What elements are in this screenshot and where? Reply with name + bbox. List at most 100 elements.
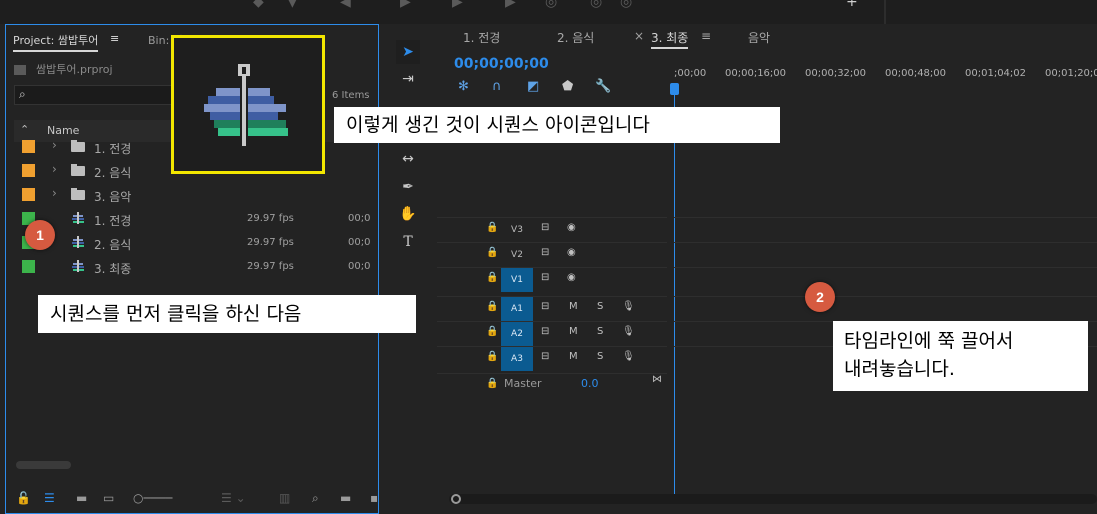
list-view-icon[interactable]: ☰ <box>44 491 55 505</box>
lock-icon[interactable]: 🔒 <box>486 378 498 389</box>
track-target[interactable]: V3 <box>501 218 533 242</box>
sequence-row[interactable]: 3. 최종 29.97 fps 00;0 <box>14 255 378 279</box>
sync-lock-icon[interactable]: ⊟ <box>541 247 549 258</box>
scroll-handle[interactable] <box>451 494 461 504</box>
sequence-row[interactable]: 2. 음식 29.97 fps 00;0 <box>14 231 378 255</box>
items-count: 6 Items <box>332 90 370 101</box>
go-to-in-icon[interactable]: ◀ <box>340 0 351 10</box>
snap-icon[interactable]: ∩ <box>492 79 502 94</box>
hand-tool-icon[interactable]: ✋ <box>396 202 420 226</box>
tab-sequence-3[interactable]: 3. 최종 <box>651 29 689 49</box>
lock-icon[interactable]: 🔓 <box>16 491 31 505</box>
lock-icon[interactable]: 🔒 <box>486 247 498 258</box>
add-marker-icon[interactable]: ⬟ <box>562 79 573 94</box>
track-lane[interactable] <box>674 217 1097 241</box>
eye-icon[interactable]: ◉ <box>567 247 576 258</box>
eye-icon[interactable]: ◉ <box>567 222 576 233</box>
pen-tool-icon[interactable]: ✒ <box>396 175 420 199</box>
label-color-swatch[interactable] <box>22 164 35 177</box>
export-frame-icon[interactable]: ◎ <box>620 0 632 10</box>
lock-icon[interactable]: 🔒 <box>486 351 498 362</box>
nest-toggle-icon[interactable]: ✻ <box>458 79 469 94</box>
track-select-tool-icon[interactable]: ⇥ <box>396 67 420 91</box>
item-name: 1. 전경 <box>94 142 132 156</box>
track-header: 🔒 A3 ⊟ M S 🎙 <box>437 346 667 371</box>
master-volume[interactable]: 0.0 <box>581 377 599 390</box>
master-meter-icon[interactable]: ⋈ <box>652 374 662 385</box>
settings-wrench-icon[interactable]: 🔧 <box>595 79 611 94</box>
sync-lock-icon[interactable]: ⊟ <box>541 326 549 337</box>
timeline-scrollbar[interactable] <box>449 494 1097 504</box>
sync-lock-icon[interactable]: ⊟ <box>541 272 549 283</box>
new-item-icon[interactable]: ▪ <box>370 491 378 505</box>
sort-icons-icon[interactable]: ☰ ⌄ <box>221 491 246 505</box>
panel-menu-icon[interactable]: ≡ <box>110 32 119 45</box>
expand-chevron-icon[interactable]: › <box>52 186 57 200</box>
icon-view-icon[interactable]: ▬ <box>76 491 87 505</box>
solo-toggle-icon[interactable]: S <box>597 326 603 337</box>
sync-lock-icon[interactable]: ⊟ <box>541 222 549 233</box>
mute-toggle-icon[interactable]: M <box>569 326 578 337</box>
track-lane[interactable] <box>674 296 1097 320</box>
automate-icon[interactable]: ▥ <box>279 491 290 505</box>
sync-lock-icon[interactable]: ⊟ <box>541 351 549 362</box>
tab-sequence-4[interactable]: 음악 <box>748 29 770 46</box>
lock-icon[interactable]: 🔒 <box>486 272 498 283</box>
tab-sequence-1[interactable]: 1. 전경 <box>463 29 500 46</box>
track-target[interactable]: V1 <box>501 268 533 292</box>
add-button-icon[interactable]: + <box>846 0 858 10</box>
expand-chevron-icon[interactable]: › <box>52 138 57 152</box>
lock-icon[interactable]: 🔒 <box>486 326 498 337</box>
track-target[interactable]: A2 <box>501 322 533 346</box>
new-bin-icon[interactable]: ▬ <box>340 491 351 505</box>
track-lane[interactable] <box>674 267 1097 291</box>
find-icon[interactable]: ⌕ <box>312 491 319 506</box>
extract-icon[interactable]: ◎ <box>590 0 602 10</box>
microphone-icon[interactable]: 🎙 <box>622 351 635 362</box>
solo-toggle-icon[interactable]: S <box>597 351 603 362</box>
sequence-icon <box>72 260 84 272</box>
ruler-tick: 00;00;48;00 <box>885 68 947 79</box>
item-name: 2. 음식 <box>94 238 132 252</box>
label-color-swatch[interactable] <box>22 260 35 273</box>
step-forward-icon[interactable]: ▶ <box>452 0 463 10</box>
microphone-icon[interactable]: 🎙 <box>622 301 635 312</box>
lock-icon[interactable]: 🔒 <box>486 301 498 312</box>
tab-project[interactable]: Project: 쌈밥투어 <box>13 32 99 52</box>
mute-toggle-icon[interactable]: M <box>569 301 578 312</box>
type-tool-icon[interactable]: T <box>396 230 420 254</box>
solo-toggle-icon[interactable]: S <box>597 301 603 312</box>
bin-row[interactable]: › 3. 음악 <box>14 183 378 207</box>
step2-caption-line1: 타임라인에 쭉 끌어서 <box>844 330 1014 352</box>
expand-chevron-icon[interactable]: › <box>52 162 57 176</box>
lock-icon[interactable]: 🔒 <box>486 222 498 233</box>
tab-sequence-2[interactable]: 2. 음식 <box>557 29 594 46</box>
close-tab-icon[interactable]: × <box>634 29 644 43</box>
lift-icon[interactable]: ◎ <box>545 0 557 10</box>
mute-toggle-icon[interactable]: M <box>569 351 578 362</box>
track-target[interactable]: A1 <box>501 297 533 321</box>
master-label: Master <box>504 377 542 390</box>
track-target[interactable]: A3 <box>501 347 533 371</box>
mark-in-icon[interactable]: ▼ <box>287 0 298 10</box>
selection-tool-icon[interactable]: ➤ <box>396 40 420 64</box>
zoom-slider[interactable]: ○──── <box>133 491 172 505</box>
label-color-swatch[interactable] <box>22 188 35 201</box>
track-target[interactable]: V2 <box>501 243 533 267</box>
microphone-icon[interactable]: 🎙 <box>622 326 635 337</box>
sequence-row[interactable]: 1. 전경 29.97 fps 00;0 <box>14 207 378 231</box>
tab-menu-icon[interactable]: ≡ <box>701 29 711 43</box>
slip-tool-icon[interactable]: ↔ <box>396 147 420 171</box>
track-lane[interactable] <box>674 242 1097 266</box>
sync-lock-icon[interactable]: ⊟ <box>541 301 549 312</box>
horizontal-scrollbar[interactable] <box>16 461 71 469</box>
label-color-swatch[interactable] <box>22 140 35 153</box>
time-ruler[interactable]: ;00;00 00;00;16;00 00;00;32;00 00;00;48;… <box>674 64 1097 94</box>
playhead-timecode[interactable]: 00;00;00;00 <box>454 56 549 72</box>
freeform-view-icon[interactable]: ▭ <box>103 491 114 505</box>
step-back-icon[interactable]: ◆ <box>253 0 264 10</box>
linked-selection-icon[interactable]: ◩ <box>527 79 539 94</box>
play-icon[interactable]: ▶ <box>400 0 411 10</box>
go-to-out-icon[interactable]: ▶ <box>505 0 516 10</box>
eye-icon[interactable]: ◉ <box>567 272 576 283</box>
